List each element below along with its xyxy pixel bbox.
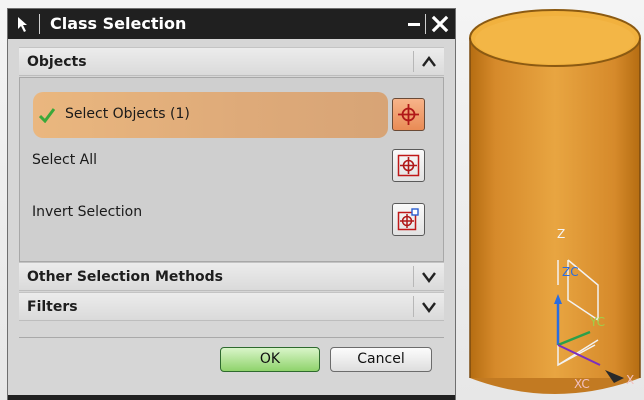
cylinder-model[interactable]: Z ZC YC XC X (440, 0, 644, 400)
axis-label-xc: XC (574, 377, 590, 391)
dialog-title: Class Selection (50, 14, 187, 33)
ok-button[interactable]: OK (220, 347, 320, 372)
chevron-down-icon[interactable] (421, 299, 437, 315)
invert-selection-label: Invert Selection (32, 204, 143, 220)
cancel-button[interactable]: Cancel (330, 347, 432, 372)
section-filters-label: Filters (27, 299, 78, 315)
header-separator (413, 296, 414, 317)
dialog-titlebar[interactable]: Class Selection (8, 9, 455, 39)
class-selection-dialog: Class Selection Objects Select Objects (… (7, 8, 456, 400)
checkmark-icon (39, 108, 55, 123)
crosshair-icon (397, 208, 419, 231)
chevron-up-icon[interactable] (421, 54, 437, 70)
header-separator (413, 51, 414, 72)
section-objects-header[interactable]: Objects (19, 47, 444, 76)
axis-label-z: Z (557, 227, 565, 241)
footer-divider (19, 337, 444, 338)
select-objects-button[interactable] (392, 98, 425, 131)
axis-label-x: X (626, 373, 634, 387)
section-other-methods-header[interactable]: Other Selection Methods (19, 262, 444, 291)
section-other-methods-label: Other Selection Methods (27, 269, 224, 285)
invert-selection-row[interactable]: Invert Selection (32, 190, 432, 236)
dialog-content: Objects Select Objects (1) Select All In… (19, 47, 444, 400)
header-separator (413, 266, 414, 287)
select-all-button[interactable] (392, 149, 425, 182)
pointer-arrow-icon[interactable] (14, 14, 34, 34)
objects-panel: Select Objects (1) Select All Invert Sel… (19, 77, 444, 262)
select-objects-label: Select Objects (1) (65, 106, 190, 122)
chevron-down-icon[interactable] (421, 269, 437, 285)
section-filters-header[interactable]: Filters (19, 292, 444, 321)
axis-label-zc: ZC (562, 265, 579, 279)
select-all-row[interactable]: Select All (32, 138, 432, 184)
axis-label-yc: YC (589, 315, 605, 329)
invert-selection-button[interactable] (392, 203, 425, 236)
section-objects-label: Objects (27, 54, 87, 70)
crosshair-icon (398, 104, 419, 125)
crosshair-icon (397, 154, 420, 177)
select-all-label: Select All (32, 152, 97, 168)
minimize-icon[interactable] (404, 14, 424, 34)
title-separator (39, 14, 40, 34)
select-objects-row[interactable]: Select Objects (1) (33, 92, 388, 138)
dialog-bottom-bar (8, 395, 455, 400)
title-separator (425, 14, 426, 34)
close-icon[interactable] (430, 14, 450, 34)
